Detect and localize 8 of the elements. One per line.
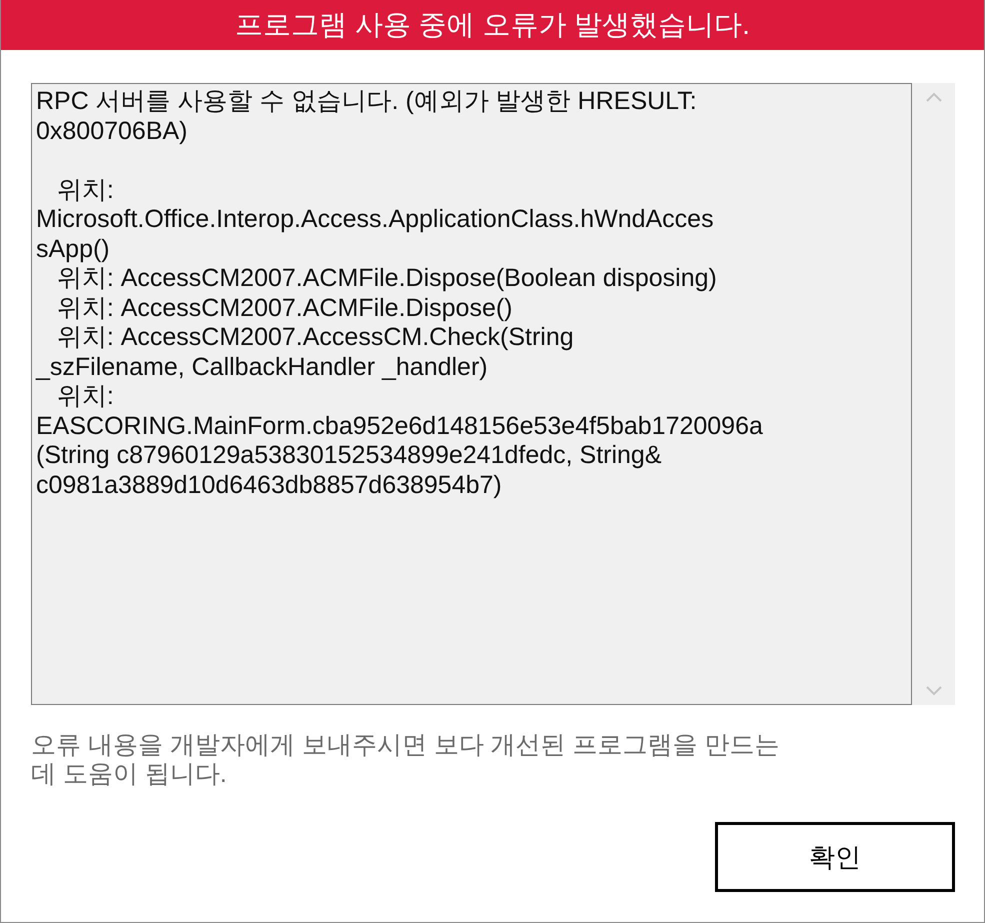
window-title: 프로그램 사용 중에 오류가 발생했습니다. [235,8,750,42]
error-details-field[interactable] [31,83,912,705]
ok-button[interactable]: 확인 [715,822,955,892]
scroll-up-icon[interactable] [924,91,942,103]
scroll-down-icon[interactable] [924,685,942,697]
scrollbar[interactable] [912,83,955,705]
error-details-text: RPC 서버를 사용할 수 없습니다. (예외가 발생한 HRESULT: 0x800706BA) 위치: Microsoft.Office.Interop.Access.ApplicationClass.hWndAcces sApp() 위치: AccessCM2007.ACMFile.Dispose(Boolean disposing) 위치: AccessCM2007.ACMFile.Dispose() 위치: AccessCM2007.AccessCM.Check(String _szFilename, CallbackHandler _handler) 위치: EASCORING.MainForm.cba952e6d148156e53e4f5bab1720096a (String c87960129a53830152534899e241dfedc, String& c0981a3889d10d6463db8857d638954b7) [36,87,764,500]
info-message: 오류 내용을 개발자에게 보내주시면 보다 개선된 프로그램을 만드는 데 도움이 됩니다. [31,731,781,789]
